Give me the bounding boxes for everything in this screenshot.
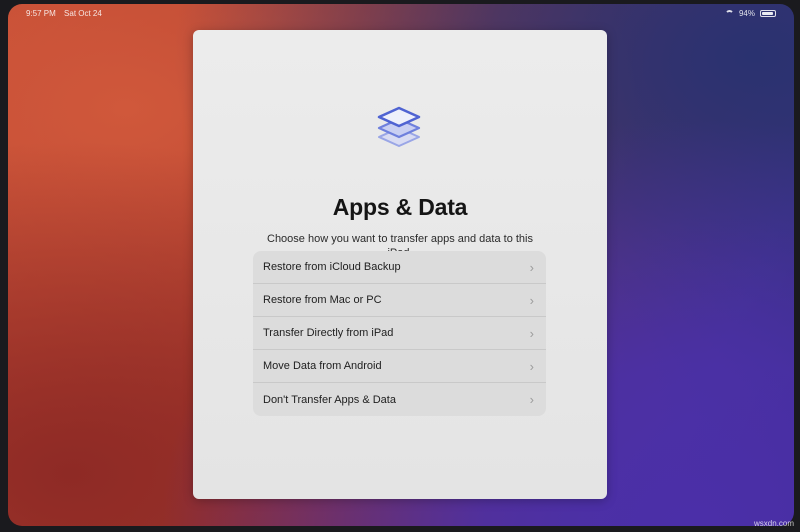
- status-bar: 9:57 PM Sat Oct 24 94%: [26, 9, 776, 21]
- option-label: Restore from iCloud Backup: [263, 261, 401, 273]
- apps-data-sheet: Apps & Data Choose how you want to trans…: [193, 30, 607, 499]
- status-time: 9:57 PM: [26, 9, 56, 18]
- status-left: 9:57 PM Sat Oct 24: [26, 9, 108, 18]
- option-restore-icloud[interactable]: Restore from iCloud Backup ›: [253, 251, 546, 284]
- status-right: 94%: [724, 9, 776, 18]
- stacked-layers-icon: [377, 106, 421, 147]
- option-restore-mac-pc[interactable]: Restore from Mac or PC ›: [253, 284, 546, 317]
- chevron-right-icon: ›: [529, 325, 534, 341]
- watermark: wsxdn.com: [753, 519, 794, 528]
- option-label: Restore from Mac or PC: [263, 294, 382, 306]
- option-move-from-android[interactable]: Move Data from Android ›: [253, 350, 546, 383]
- battery-icon: [760, 10, 776, 17]
- page-title: Apps & Data: [332, 194, 468, 220]
- wifi-icon: [724, 10, 734, 17]
- status-date: Sat Oct 24: [64, 9, 102, 18]
- transfer-options-list: Restore from iCloud Backup › Restore fro…: [253, 251, 546, 416]
- option-transfer-from-ipad[interactable]: Transfer Directly from iPad ›: [253, 317, 546, 350]
- chevron-right-icon: ›: [529, 292, 534, 308]
- chevron-right-icon: ›: [529, 358, 534, 374]
- chevron-right-icon: ›: [529, 392, 534, 407]
- option-dont-transfer[interactable]: Don't Transfer Apps & Data ›: [253, 383, 546, 416]
- chevron-right-icon: ›: [529, 259, 534, 275]
- option-label: Don't Transfer Apps & Data: [263, 393, 396, 406]
- battery-percent: 94%: [738, 9, 755, 18]
- battery-fill: [762, 12, 774, 15]
- option-label: Transfer Directly from iPad: [263, 327, 394, 339]
- option-label: Move Data from Android: [263, 360, 382, 372]
